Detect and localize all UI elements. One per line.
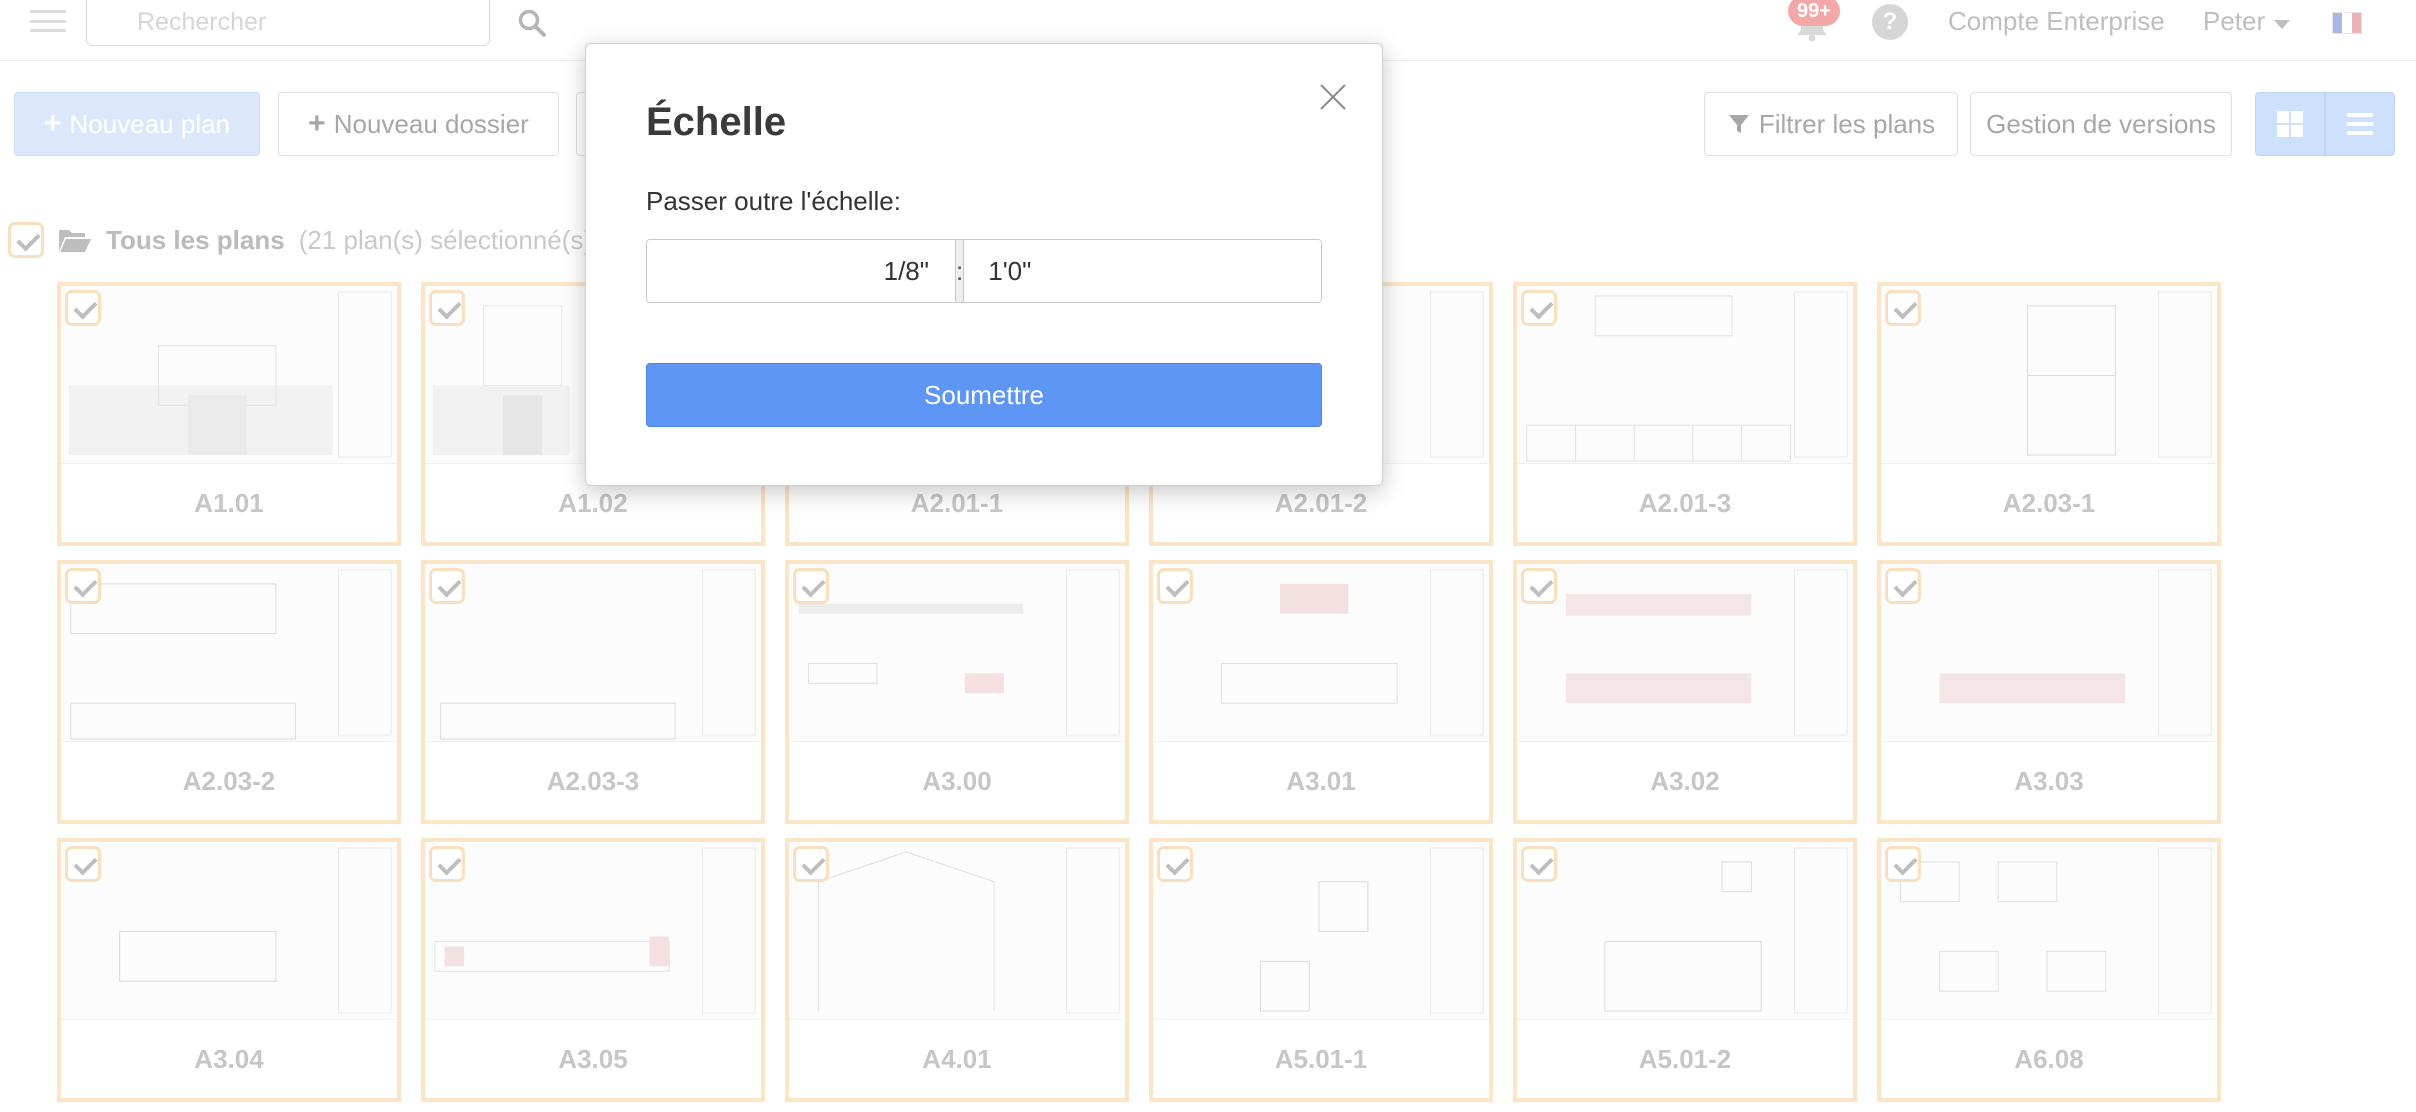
dialog-title: Échelle: [646, 100, 787, 144]
scale-real-input[interactable]: [964, 240, 1321, 302]
scale-separator: :: [955, 240, 965, 302]
scale-dialog: Échelle Passer outre l'échelle: : Soumet…: [585, 43, 1383, 486]
close-icon[interactable]: [1316, 80, 1350, 114]
scale-input-group: :: [646, 239, 1322, 303]
scale-override-label: Passer outre l'échelle:: [646, 186, 901, 216]
scale-drawing-input[interactable]: [647, 240, 955, 302]
submit-button[interactable]: Soumettre: [646, 363, 1322, 427]
